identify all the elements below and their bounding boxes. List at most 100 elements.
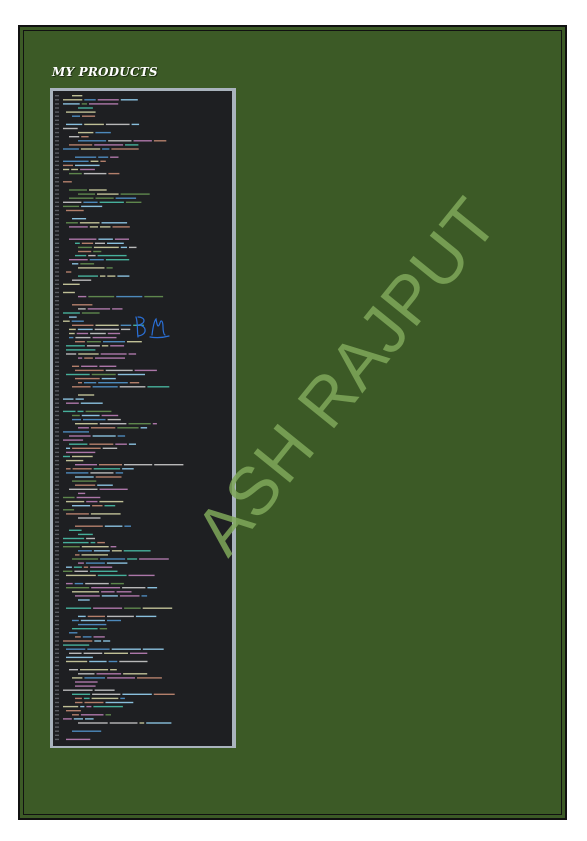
code-token bbox=[78, 140, 107, 142]
code-token bbox=[76, 332, 89, 335]
code-line-number bbox=[55, 734, 59, 736]
code-token bbox=[97, 484, 113, 486]
code-token bbox=[63, 205, 80, 208]
code-token bbox=[93, 468, 121, 470]
code-line-number bbox=[55, 435, 59, 437]
code-token bbox=[63, 455, 70, 458]
code-token bbox=[84, 357, 93, 359]
code-token bbox=[93, 246, 119, 249]
code-token bbox=[120, 193, 150, 195]
code-token bbox=[63, 570, 73, 572]
code-token bbox=[152, 423, 157, 425]
code-token bbox=[63, 496, 75, 499]
code-line-number bbox=[55, 701, 59, 704]
code-token bbox=[69, 144, 93, 146]
code-line-number bbox=[55, 406, 59, 408]
code-line-number bbox=[55, 468, 59, 470]
code-token bbox=[63, 689, 93, 691]
code-line-number bbox=[55, 513, 59, 515]
code-token bbox=[100, 558, 126, 560]
code-token bbox=[81, 205, 103, 208]
code-token bbox=[81, 103, 87, 105]
code-token bbox=[142, 648, 164, 650]
code-token bbox=[108, 172, 120, 175]
code-line-number bbox=[55, 656, 59, 659]
code-token bbox=[72, 480, 97, 482]
code-token bbox=[120, 697, 125, 700]
code-token bbox=[63, 201, 82, 203]
code-line-number bbox=[55, 615, 59, 618]
code-token bbox=[93, 705, 123, 708]
code-line-number bbox=[55, 398, 59, 400]
code-token bbox=[135, 615, 157, 618]
code-token bbox=[81, 312, 100, 314]
code-token bbox=[66, 349, 96, 351]
code-token bbox=[66, 111, 96, 113]
code-token bbox=[66, 587, 90, 589]
code-line-number bbox=[55, 103, 59, 105]
code-token bbox=[72, 365, 80, 367]
code-token bbox=[90, 513, 121, 515]
code-token bbox=[123, 673, 148, 675]
code-line-number bbox=[55, 623, 59, 626]
code-line-number bbox=[55, 529, 59, 531]
code-line-number bbox=[55, 390, 59, 392]
code-line-number bbox=[55, 328, 59, 331]
code-line-number bbox=[55, 546, 59, 548]
code-token bbox=[80, 263, 95, 265]
page-title: MY PRODUCTS bbox=[52, 65, 158, 79]
code-token bbox=[85, 562, 105, 564]
code-line-number bbox=[55, 484, 59, 486]
code-token bbox=[90, 427, 116, 429]
code-token bbox=[107, 418, 121, 421]
code-token bbox=[80, 148, 101, 150]
code-token bbox=[78, 193, 95, 195]
code-line-number bbox=[55, 714, 59, 716]
code-line-number bbox=[55, 488, 59, 490]
code-token bbox=[78, 394, 95, 396]
code-token bbox=[63, 537, 85, 540]
code-token bbox=[127, 558, 138, 560]
code-line-number bbox=[55, 472, 59, 474]
code-token bbox=[72, 95, 83, 97]
code-line-number bbox=[55, 357, 59, 359]
code-line-number bbox=[55, 369, 59, 372]
code-line-number bbox=[55, 730, 59, 732]
code-token bbox=[82, 636, 92, 638]
code-line-number bbox=[55, 209, 59, 212]
code-line-number bbox=[55, 107, 59, 109]
code-token bbox=[122, 587, 146, 589]
code-line-number bbox=[55, 550, 59, 552]
code-token bbox=[94, 328, 119, 331]
code-token bbox=[105, 701, 134, 704]
code-token bbox=[128, 574, 155, 577]
code-token bbox=[81, 414, 100, 417]
code-token bbox=[75, 254, 87, 257]
code-token bbox=[63, 283, 80, 285]
code-token bbox=[98, 238, 113, 240]
code-line-number bbox=[55, 521, 59, 523]
code-token bbox=[63, 127, 78, 130]
code-token bbox=[72, 730, 102, 732]
code-token bbox=[107, 619, 121, 622]
code-token bbox=[139, 558, 169, 560]
code-line-number bbox=[55, 246, 59, 249]
code-token bbox=[89, 259, 104, 261]
code-token bbox=[63, 546, 80, 548]
code-token bbox=[75, 636, 81, 638]
code-line-number bbox=[55, 439, 59, 441]
code-token bbox=[84, 99, 96, 101]
code-line-number bbox=[55, 669, 59, 671]
code-token bbox=[137, 677, 162, 679]
code-token bbox=[75, 685, 96, 687]
code-token bbox=[76, 496, 101, 499]
code-token bbox=[85, 582, 109, 585]
code-line-number bbox=[55, 197, 59, 199]
code-line-number bbox=[55, 205, 59, 208]
code-token bbox=[101, 345, 109, 347]
code-token bbox=[105, 123, 130, 126]
code-token bbox=[74, 582, 84, 585]
code-line-number bbox=[55, 591, 59, 593]
code-token bbox=[119, 660, 148, 663]
code-token bbox=[72, 455, 93, 458]
